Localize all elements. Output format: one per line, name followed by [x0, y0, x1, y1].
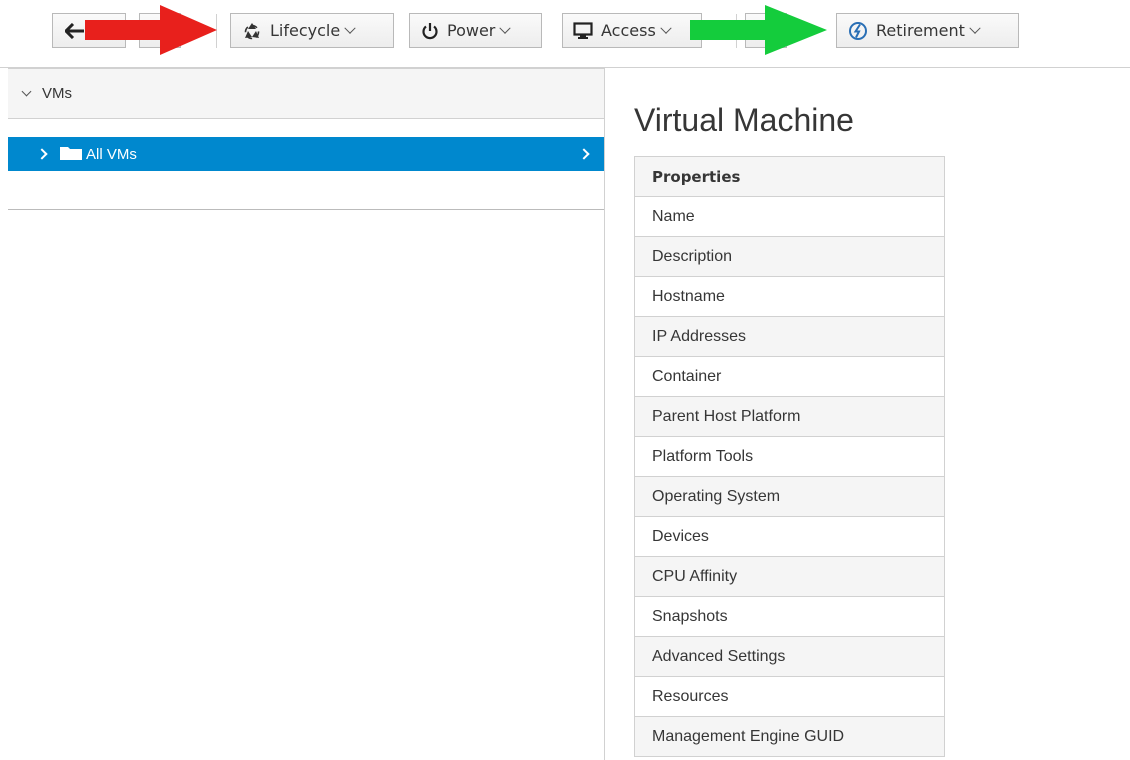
power-button[interactable]: Power — [409, 13, 542, 48]
back-arrow-icon — [65, 22, 85, 39]
monitor-icon — [573, 21, 593, 40]
sidebar: VMs All VMs — [8, 68, 605, 760]
power-label: Power — [447, 21, 496, 40]
property-label: Management Engine GUID — [634, 716, 945, 757]
table-row: Snapshots — [634, 596, 945, 637]
table-row: Advanced Settings — [634, 636, 945, 677]
power-icon — [421, 22, 439, 40]
chevron-right-icon — [578, 148, 590, 160]
chevron-down-icon — [969, 22, 981, 34]
table-row: Hostname — [634, 276, 945, 317]
green-annotation-arrow — [690, 5, 827, 55]
table-row: Platform Tools — [634, 436, 945, 477]
property-label: Hostname — [634, 276, 945, 317]
access-label: Access — [601, 21, 656, 40]
property-label: Resources — [634, 676, 945, 717]
property-label: Description — [634, 236, 945, 277]
tree-divider — [8, 209, 604, 210]
vms-accordion-label: VMs — [42, 85, 72, 102]
chevron-down-icon — [499, 22, 512, 34]
property-label: Container — [634, 356, 945, 397]
table-row: Devices — [634, 516, 945, 557]
property-label: Advanced Settings — [634, 636, 945, 677]
access-button[interactable]: Access — [562, 13, 702, 48]
retirement-button[interactable]: Retirement — [836, 13, 1019, 48]
table-row: IP Addresses — [634, 316, 945, 357]
page-title: Virtual Machine — [634, 102, 854, 138]
chevron-down-icon — [660, 22, 672, 34]
property-label: Platform Tools — [634, 436, 945, 477]
property-label: Devices — [634, 516, 945, 557]
property-label: CPU Affinity — [634, 556, 945, 597]
lifecycle-button[interactable]: Lifecycle — [230, 13, 394, 48]
folder-icon — [60, 145, 82, 164]
chevron-down-icon — [21, 86, 32, 97]
chevron-down-icon — [344, 22, 356, 34]
properties-table: Properties Name Description Hostname IP Add… — [634, 156, 945, 757]
toolbar: Lifecycle Power Access Retirement — [0, 0, 1130, 68]
property-label: Name — [634, 196, 945, 237]
table-row: CPU Affinity — [634, 556, 945, 597]
retirement-label: Retirement — [876, 21, 965, 40]
tree-item-label: All VMs — [86, 145, 137, 163]
chevron-right-icon[interactable] — [36, 148, 48, 160]
property-label: Operating System — [634, 476, 945, 517]
tree-item-all-vms[interactable]: All VMs — [8, 137, 604, 171]
recycle-icon — [242, 21, 262, 41]
retirement-icon — [848, 21, 868, 41]
vms-accordion-header[interactable]: VMs — [8, 68, 604, 119]
property-label: IP Addresses — [634, 316, 945, 357]
red-annotation-arrow — [85, 5, 217, 55]
table-row: Operating System — [634, 476, 945, 517]
table-row: Description — [634, 236, 945, 277]
property-label: Parent Host Platform — [634, 396, 945, 437]
table-row: Container — [634, 356, 945, 397]
properties-header: Properties — [634, 156, 945, 197]
property-label: Snapshots — [634, 596, 945, 637]
table-row: Management Engine GUID — [634, 716, 945, 757]
table-row: Parent Host Platform — [634, 396, 945, 437]
table-row: Name — [634, 196, 945, 237]
table-row: Resources — [634, 676, 945, 717]
lifecycle-label: Lifecycle — [270, 21, 341, 40]
